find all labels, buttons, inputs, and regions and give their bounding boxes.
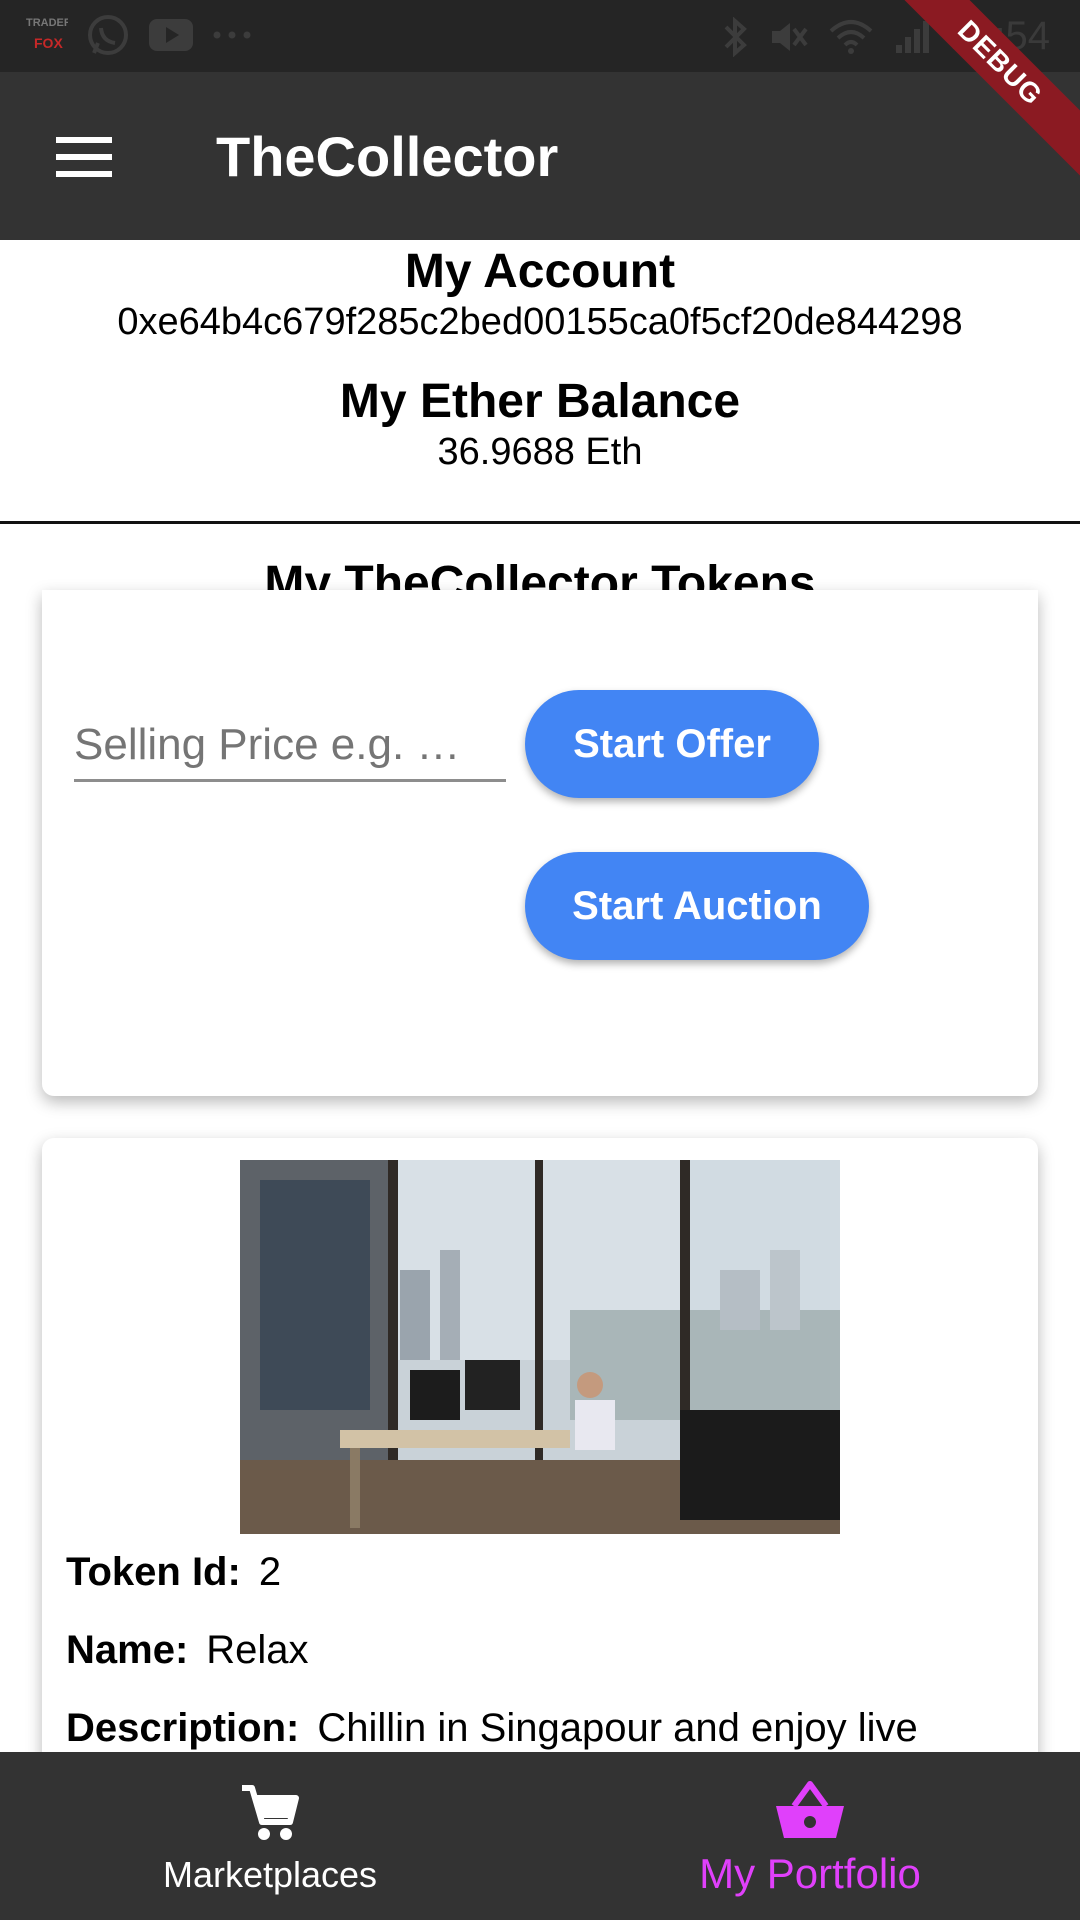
account-label: My Account [404, 245, 676, 298]
nav-label-my-portfolio: My Portfolio [699, 1850, 921, 1897]
token-description-row: Description: Chillin in Singapour and enj… [66, 1706, 918, 1751]
bluetooth-icon [724, 16, 747, 57]
start-offer-button[interactable]: Start Offer [525, 690, 819, 798]
token-card: Token Id: 2 Name: Relax Description: Chilli… [42, 1138, 1038, 1838]
svg-text:FOX: FOX [34, 35, 63, 51]
token-image [240, 1160, 840, 1534]
token-description-value: Chillin in Singapour and enjoy live [317, 1706, 918, 1750]
whatsapp-icon [88, 15, 128, 55]
ether-balance-value: 36.9688 Eth [437, 431, 643, 473]
more-dots-icon [213, 31, 251, 39]
sell-token-card: Start Offer Start Auction [42, 590, 1038, 1096]
hamburger-menu-icon[interactable] [56, 137, 112, 177]
muted-icon [771, 22, 808, 51]
nav-item-marketplaces[interactable]: Marketplaces [0, 1752, 540, 1920]
account-section: My Account 0xe64b4c679f285c2bed00155ca0f… [0, 240, 1080, 474]
token-id-row: Token Id: 2 [66, 1550, 281, 1595]
token-id-label: Token Id: [66, 1550, 241, 1594]
token-name-label: Name: [66, 1628, 189, 1672]
account-address: 0xe64b4c679f285c2bed00155ca0f5cf20de8442… [117, 301, 963, 343]
shopping-cart-icon [242, 1785, 299, 1840]
ether-balance-label: My Ether Balance [339, 375, 741, 428]
token-name-value: Relax [206, 1628, 309, 1672]
app-bar: TheCollector [0, 72, 1080, 240]
traderfox-app-icon: TRADER FOX [26, 17, 68, 51]
selling-price-input[interactable] [74, 710, 506, 782]
shopping-basket-icon [776, 1781, 844, 1838]
app-title: TheCollector [216, 125, 559, 188]
start-auction-button[interactable]: Start Auction [525, 852, 869, 960]
signal-icon [895, 20, 929, 53]
youtube-icon [149, 19, 193, 51]
wifi-icon [829, 19, 873, 54]
token-name-row: Name: Relax [66, 1628, 309, 1673]
nav-label-marketplaces: Marketplaces [162, 1854, 378, 1895]
nav-item-my-portfolio[interactable]: My Portfolio [540, 1752, 1080, 1920]
token-description-label: Description: [66, 1706, 300, 1750]
svg-text:TRADER: TRADER [26, 17, 68, 29]
status-bar-notifications: TRADER FOX [24, 12, 252, 58]
token-id-value: 2 [258, 1550, 282, 1594]
section-divider [0, 521, 1080, 524]
bottom-navigation: Marketplaces My Portfolio [0, 1752, 1080, 1920]
